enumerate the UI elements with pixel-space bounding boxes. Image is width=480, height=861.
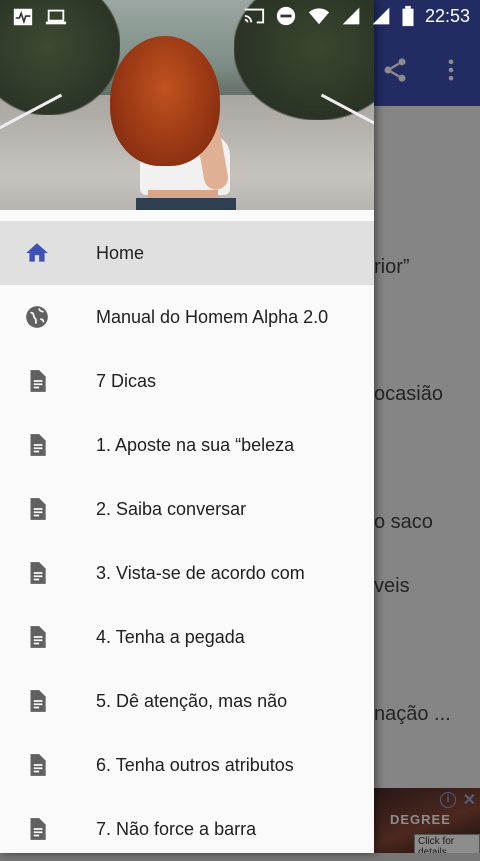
menu-item-label: 3. Vista-se de acordo com — [96, 562, 305, 583]
home-icon — [24, 240, 50, 266]
menu-item-label: 7 Dicas — [96, 370, 157, 391]
menu-item-manual[interactable]: Manual do Homem Alpha 2.0 — [0, 285, 374, 349]
status-clock: 22:53 — [424, 5, 470, 26]
activity-icon — [13, 8, 33, 26]
do-not-disturb-icon — [276, 6, 296, 26]
menu-item-label: 1. Aposte na sua “beleza — [96, 434, 295, 455]
menu-item-label: 2. Saiba conversar — [96, 498, 247, 519]
document-icon — [24, 816, 50, 842]
status-bar: 22:53 — [0, 0, 480, 34]
document-icon — [24, 688, 50, 714]
wifi-icon — [308, 8, 330, 25]
menu-item-dica-4[interactable]: 4. Tenha a pegada — [0, 605, 374, 669]
document-icon — [24, 496, 50, 522]
menu-item-dica-6[interactable]: 6. Tenha outros atributos — [0, 733, 374, 797]
menu-item-7-dicas[interactable]: 7 Dicas — [0, 349, 374, 413]
document-icon — [24, 624, 50, 650]
menu-item-label: 7. Não force a barra — [96, 818, 257, 839]
menu-item-dica-2[interactable]: 2. Saiba conversar — [0, 477, 374, 541]
document-icon — [24, 368, 50, 394]
battery-icon — [402, 5, 414, 27]
document-icon — [24, 560, 50, 586]
menu-item-dica-5[interactable]: 5. Dê atenção, mas não — [0, 669, 374, 733]
signal-icon — [372, 7, 390, 25]
navigation-drawer: Home Manual do Homem Alpha 2.0 7 Dicas 1… — [0, 0, 374, 853]
laptop-icon — [45, 9, 67, 25]
menu-item-label: 6. Tenha outros atributos — [96, 754, 294, 775]
menu-item-label: Home — [96, 242, 145, 263]
menu-item-home[interactable]: Home — [0, 221, 374, 285]
menu-item-label: Manual do Homem Alpha 2.0 — [96, 306, 329, 327]
globe-icon — [24, 304, 50, 330]
drawer-menu: Home Manual do Homem Alpha 2.0 7 Dicas 1… — [0, 221, 374, 861]
menu-item-label: 4. Tenha a pegada — [96, 626, 245, 647]
document-icon — [24, 752, 50, 778]
menu-item-dica-7[interactable]: 7. Não force a barra — [0, 797, 374, 861]
menu-item-dica-3[interactable]: 3. Vista-se de acordo com — [0, 541, 374, 605]
menu-item-dica-1[interactable]: 1. Aposte na sua “beleza — [0, 413, 374, 477]
document-icon — [24, 432, 50, 458]
cast-icon — [244, 8, 265, 24]
signal-icon — [342, 7, 360, 25]
menu-item-label: 5. Dê atenção, mas não — [96, 690, 288, 711]
